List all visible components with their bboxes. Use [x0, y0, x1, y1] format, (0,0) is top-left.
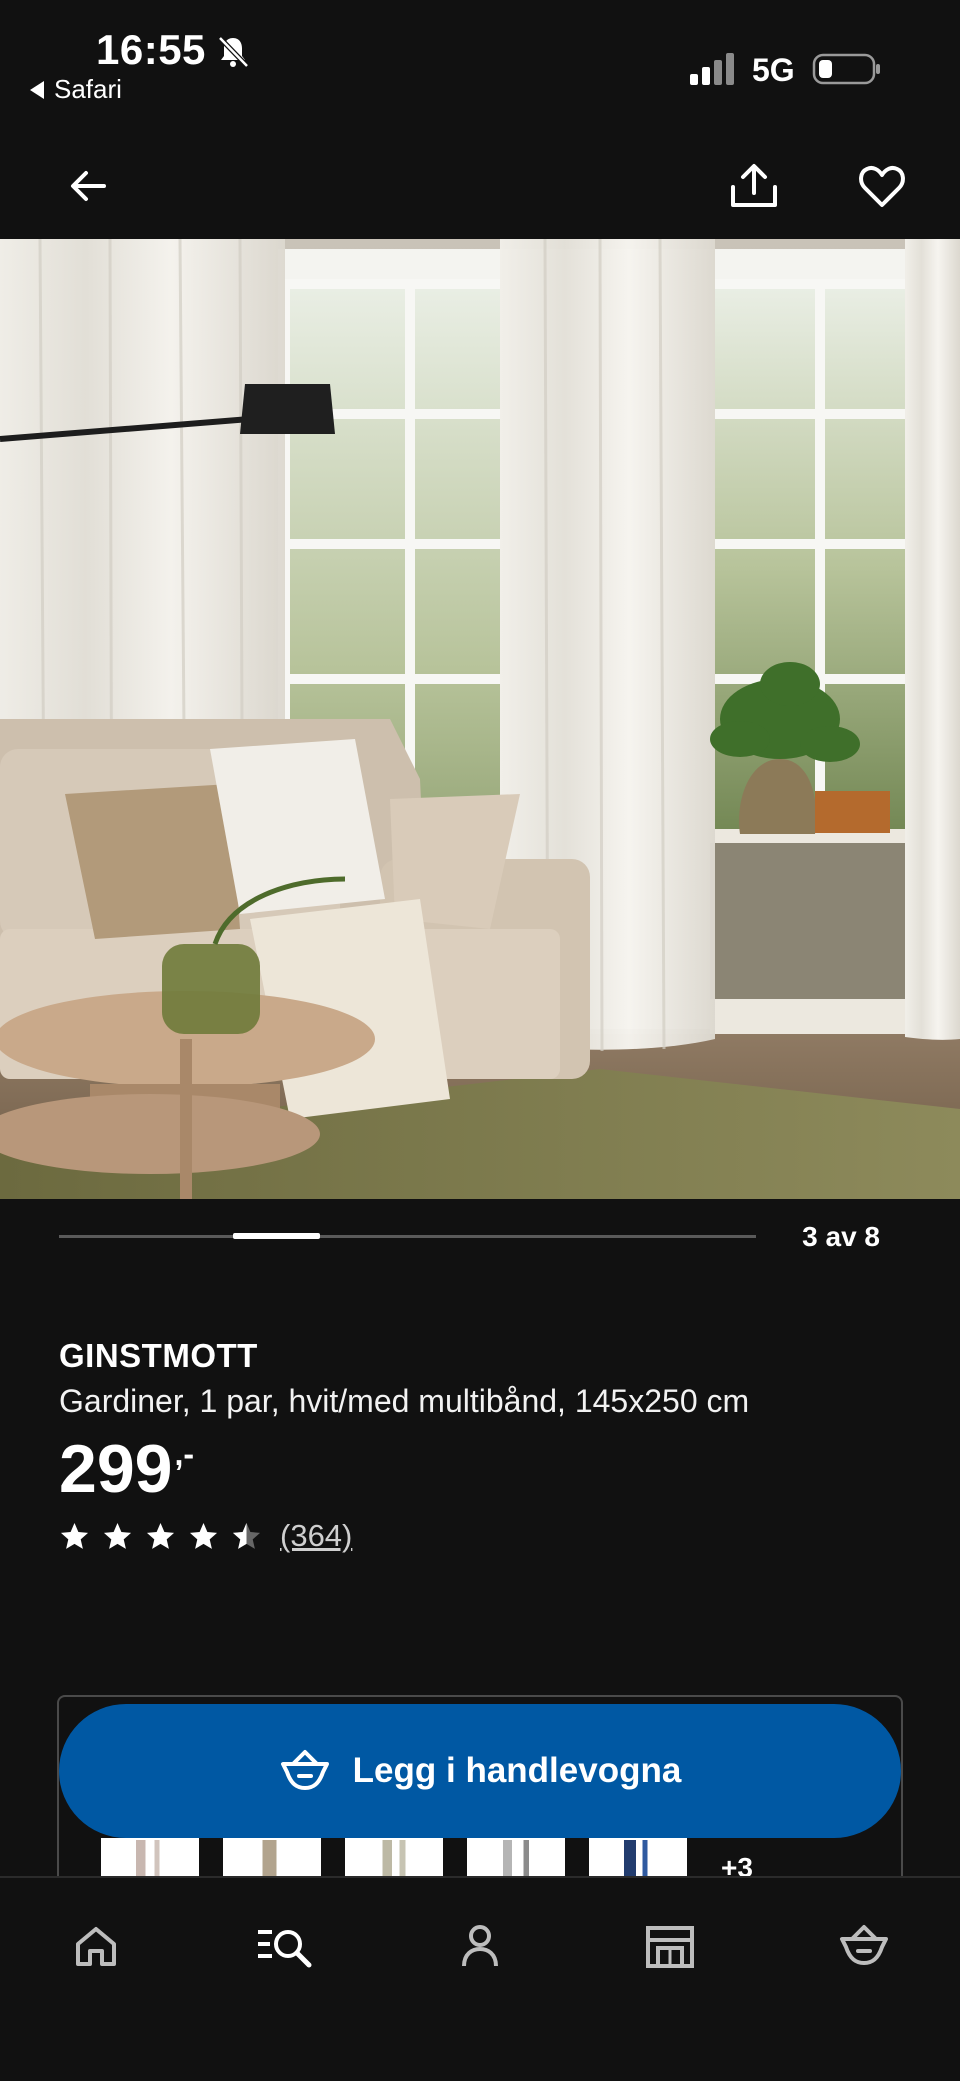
basket-icon [840, 1925, 888, 1965]
battery-icon [812, 53, 880, 85]
top-nav [0, 140, 960, 230]
star-full-icon [60, 1522, 89, 1549]
star-full-icon [103, 1522, 132, 1549]
bell-muted-icon [218, 36, 249, 68]
variant-swatch[interactable] [101, 1838, 199, 1878]
product-name: GINSTMOTT [59, 1337, 258, 1374]
back-triangle-icon [30, 80, 44, 99]
variant-swatch[interactable] [345, 1838, 443, 1878]
product-photo [0, 239, 960, 1199]
tab-home[interactable] [64, 1914, 128, 1978]
home-icon [76, 1927, 116, 1966]
share-button[interactable] [726, 158, 782, 214]
arrow-left-icon [71, 171, 106, 201]
back-to-safari[interactable]: Safari [30, 74, 122, 105]
tab-cart[interactable] [832, 1914, 896, 1978]
tab-search[interactable] [254, 1914, 318, 1978]
gallery-progress-indicator [233, 1233, 320, 1239]
network-type: 5G [752, 52, 795, 88]
add-to-cart-label: Legg i handlevogna [352, 1751, 682, 1790]
signal-icon [690, 53, 734, 85]
status-bar: 16:55 Safari 5G [0, 0, 960, 120]
rating[interactable]: (364) [59, 1518, 352, 1554]
favorite-button[interactable] [854, 158, 910, 214]
rating-stars [59, 1521, 262, 1552]
heart-icon [859, 165, 905, 207]
product-price: 299 ,- [59, 1430, 194, 1508]
star-half-icon [232, 1522, 261, 1549]
basket-icon [280, 1750, 329, 1790]
share-icon [731, 164, 777, 207]
back-app-label: Safari [54, 74, 122, 104]
search-icon [258, 1930, 312, 1968]
star-full-icon [189, 1522, 218, 1549]
profile-icon [462, 1925, 498, 1967]
product-description: Gardiner, 1 par, hvit/med multibånd, 145… [59, 1383, 750, 1419]
gallery-progress-track [59, 1235, 756, 1238]
store-icon [646, 1926, 694, 1968]
variant-swatch[interactable] [467, 1838, 565, 1878]
tab-stores[interactable] [638, 1914, 702, 1978]
star-full-icon [146, 1522, 175, 1549]
bottom-tab-bar [0, 1876, 960, 2081]
add-to-cart-button[interactable]: Legg i handlevogna [59, 1704, 901, 1838]
gallery-counter: 3 av 8 [802, 1221, 880, 1252]
product-image[interactable] [0, 239, 960, 1199]
price-suffix: ,- [174, 1436, 195, 1472]
review-count-link[interactable]: (364) [280, 1518, 352, 1554]
tab-profile[interactable] [448, 1914, 512, 1978]
back-button[interactable] [60, 158, 116, 214]
price-value: 299 [59, 1431, 173, 1507]
clock: 16:55 [96, 26, 206, 73]
product-page: 16:55 Safari 5G 3 av 8 GINSTMOTT Gardine… [0, 0, 960, 2081]
variant-swatch[interactable] [589, 1838, 687, 1878]
variant-swatch[interactable] [223, 1838, 321, 1878]
